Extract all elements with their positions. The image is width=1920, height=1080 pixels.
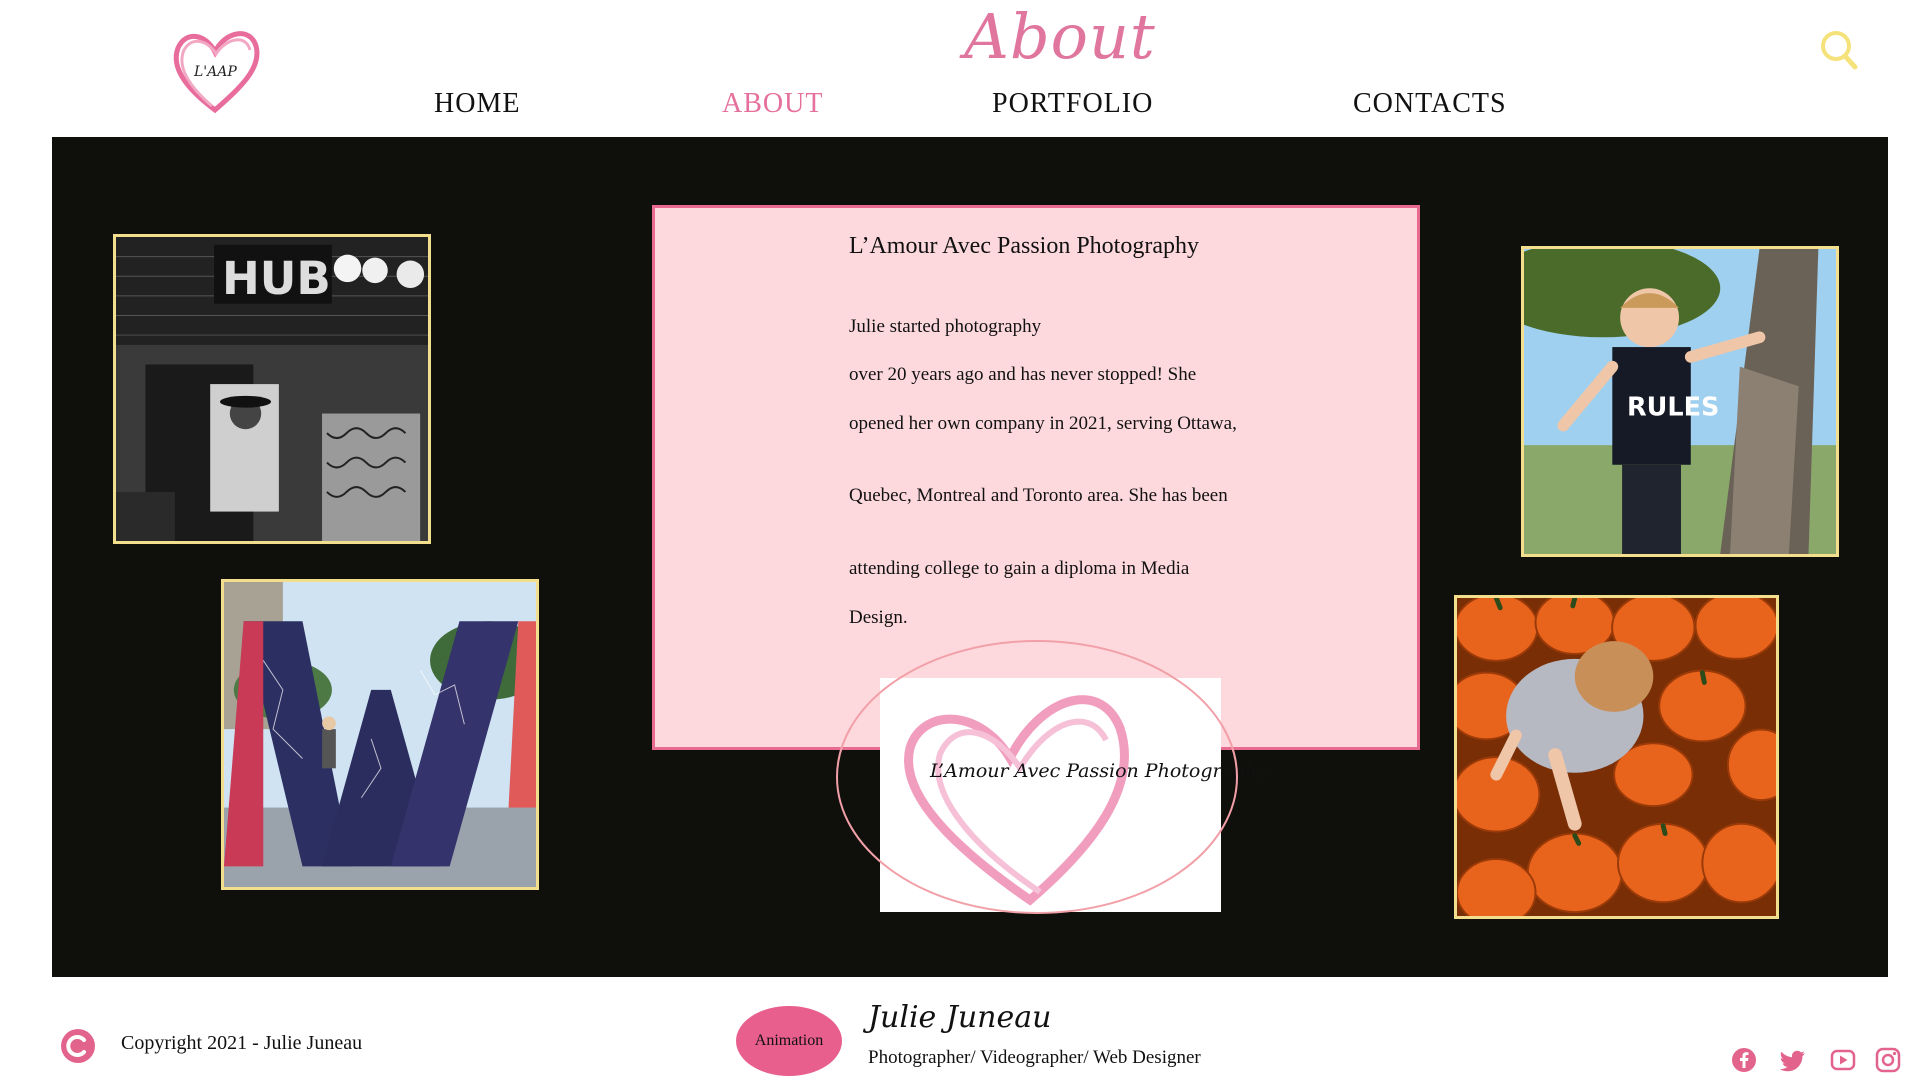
nav-about[interactable]: ABOUT (722, 88, 823, 120)
photo-sign-text: HUB (222, 252, 331, 305)
gallery-photo-street[interactable]: HUB (113, 234, 431, 544)
gallery-photo-w-sculpture[interactable] (221, 579, 539, 890)
about-paragraph: attending college to gain a diploma in M… (849, 558, 1190, 579)
twitter-icon[interactable] (1779, 1046, 1808, 1074)
logo-text: L'AAP (193, 64, 237, 80)
about-paragraph: Julie started photography (849, 316, 1042, 337)
brand-logo-ring (834, 638, 1240, 916)
about-title: L’Amour Avec Passion Photography (849, 233, 1199, 259)
copyright-text: Copyright 2021 - Julie Juneau (121, 1032, 363, 1054)
youtube-icon[interactable] (1829, 1046, 1857, 1074)
page-title: About (964, 0, 1156, 73)
animation-button[interactable]: Animation (736, 1006, 842, 1076)
nav-contacts[interactable]: CONTACTS (1353, 88, 1507, 120)
gallery-photo-toddler-tree[interactable]: RULES (1521, 246, 1839, 557)
search-icon[interactable] (1818, 28, 1858, 70)
signature-role: Photographer/ Videographer/ Web Designer (868, 1047, 1201, 1068)
signature-name: Julie Juneau (868, 1000, 1052, 1035)
copyright-icon (59, 1028, 97, 1064)
site-logo[interactable]: L'AAP (170, 24, 260, 120)
about-paragraph: Design. (849, 607, 908, 628)
about-paragraph: Quebec, Montreal and Toronto area. She h… (849, 485, 1228, 506)
gallery-photo-pumpkins[interactable] (1454, 595, 1779, 919)
about-paragraph: opened her own company in 2021, serving … (849, 413, 1237, 434)
nav-home[interactable]: HOME (434, 88, 520, 120)
shirt-text: RULES (1627, 393, 1719, 423)
facebook-icon[interactable] (1730, 1046, 1758, 1074)
instagram-icon[interactable] (1874, 1046, 1902, 1074)
nav-portfolio[interactable]: PORTFOLIO (992, 88, 1153, 120)
about-paragraph: over 20 years ago and has never stopped!… (849, 364, 1197, 385)
